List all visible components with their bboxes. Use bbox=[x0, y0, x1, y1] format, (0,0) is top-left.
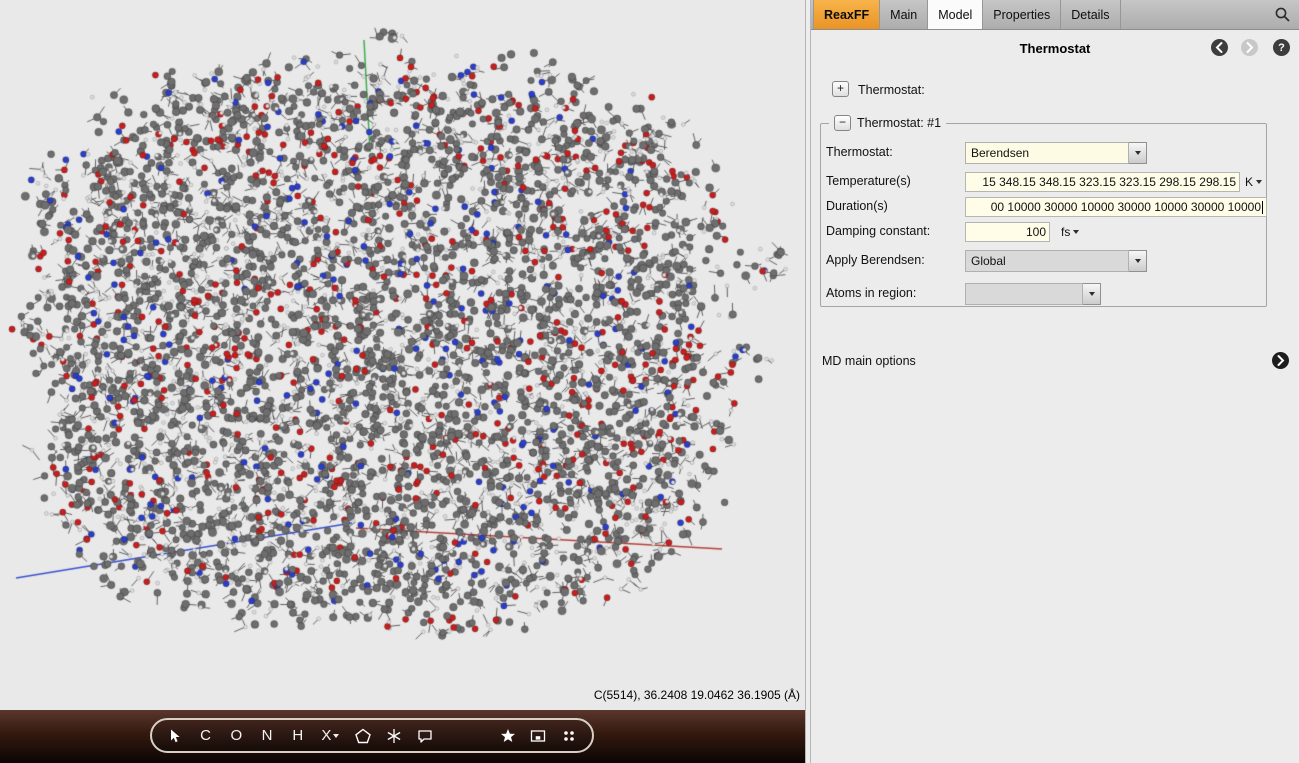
damping-unit-label: fs bbox=[1061, 225, 1070, 239]
oxygen-tool[interactable]: O bbox=[225, 725, 247, 747]
hydrogen-tool-label: H bbox=[292, 727, 303, 744]
element-picker-label: X bbox=[321, 727, 331, 744]
damping-value: 100 bbox=[1026, 225, 1046, 239]
atoms-region-select-button[interactable] bbox=[1083, 283, 1101, 305]
duration-value: 00 10000 30000 10000 30000 10000 30000 1… bbox=[991, 200, 1261, 214]
thermostat-1-group: − Thermostat: #1 Thermostat: Berendsen T… bbox=[820, 123, 1267, 307]
chevron-down-icon bbox=[1073, 230, 1079, 234]
help-button[interactable]: ? bbox=[1273, 39, 1290, 56]
chevron-left-icon bbox=[1214, 41, 1225, 54]
add-thermostat-label: Thermostat: bbox=[858, 83, 925, 97]
chevron-right-icon bbox=[1244, 41, 1255, 54]
tab-properties-label: Properties bbox=[993, 8, 1050, 22]
frame-icon bbox=[530, 728, 546, 744]
duration-input[interactable]: 00 10000 30000 10000 30000 10000 30000 1… bbox=[965, 197, 1267, 217]
text-caret bbox=[1262, 201, 1263, 214]
oxygen-tool-label: O bbox=[230, 727, 242, 744]
pentagon-icon bbox=[355, 728, 371, 744]
damping-input[interactable]: 100 bbox=[965, 222, 1050, 242]
tab-main-label: Main bbox=[890, 8, 917, 22]
md-main-options-button[interactable] bbox=[1272, 352, 1289, 369]
damping-unit-select[interactable]: fs bbox=[1061, 225, 1079, 239]
star-icon bbox=[500, 728, 516, 744]
tab-details[interactable]: Details bbox=[1061, 0, 1120, 29]
atoms-region-label: Atoms in region: bbox=[826, 286, 916, 300]
forward-button[interactable] bbox=[1241, 39, 1258, 56]
thermostat-1-legend: − Thermostat: #1 bbox=[829, 115, 946, 131]
snowflake-icon bbox=[386, 728, 402, 744]
tab-model[interactable]: Model bbox=[928, 0, 983, 29]
add-thermostat-button[interactable]: + bbox=[832, 81, 849, 97]
tab-details-label: Details bbox=[1071, 8, 1109, 22]
damping-label: Damping constant: bbox=[826, 224, 930, 238]
tab-model-label: Model bbox=[938, 8, 972, 22]
search-button[interactable] bbox=[1274, 6, 1291, 23]
pointer-icon bbox=[167, 728, 182, 744]
apply-berendsen-select-button[interactable] bbox=[1129, 250, 1147, 272]
molecule-canvas[interactable] bbox=[0, 0, 806, 710]
dropdown-arrow-icon bbox=[1135, 259, 1141, 263]
collapse-thermostat-button[interactable]: − bbox=[834, 115, 851, 131]
tab-reaxff[interactable]: ReaxFF bbox=[813, 0, 880, 29]
input-panel: ReaxFF Main Model Properties Details The… bbox=[811, 0, 1299, 763]
element-picker-tool[interactable]: X bbox=[318, 725, 344, 747]
temperature-value: 15 348.15 348.15 323.15 323.15 298.15 29… bbox=[982, 175, 1236, 189]
tab-main[interactable]: Main bbox=[880, 0, 928, 29]
ring-tool[interactable] bbox=[352, 725, 374, 747]
nitrogen-tool-label: N bbox=[262, 727, 273, 744]
temperature-unit-select[interactable]: K bbox=[1245, 175, 1262, 189]
chevron-down-icon bbox=[1256, 180, 1262, 184]
search-icon bbox=[1274, 6, 1291, 23]
preoptimize-tool[interactable] bbox=[383, 725, 405, 747]
thermostat-select-button[interactable] bbox=[1129, 142, 1147, 164]
favorites-tool[interactable] bbox=[497, 725, 519, 747]
thermostat-select[interactable]: Berendsen bbox=[965, 142, 1147, 164]
annotation-tool[interactable] bbox=[414, 725, 436, 747]
apply-berendsen-select[interactable]: Global bbox=[965, 250, 1147, 272]
nitrogen-tool[interactable]: N bbox=[256, 725, 278, 747]
chevron-right-icon bbox=[1275, 354, 1286, 367]
carbon-tool-label: C bbox=[200, 727, 211, 744]
tab-reaxff-label: ReaxFF bbox=[824, 8, 869, 22]
dots-grid-icon bbox=[561, 728, 577, 744]
temperature-label: Temperature(s) bbox=[826, 174, 911, 188]
thermostat-label: Thermostat: bbox=[826, 145, 893, 159]
thermostat-1-legend-label: Thermostat: #1 bbox=[857, 116, 941, 130]
panel-tab-bar: ReaxFF Main Model Properties Details bbox=[811, 0, 1299, 30]
carbon-tool[interactable]: C bbox=[195, 725, 217, 747]
dropdown-arrow-icon bbox=[1135, 151, 1141, 155]
molecule-viewer[interactable]: C(5514), 36.2408 19.0462 36.1905 (Å) bbox=[0, 0, 806, 710]
tab-properties[interactable]: Properties bbox=[983, 0, 1061, 29]
atom-status-readout: C(5514), 36.2408 19.0462 36.1905 (Å) bbox=[594, 688, 800, 702]
dropdown-arrow-icon bbox=[1089, 292, 1095, 296]
builder-toolbar: C O N H X bbox=[150, 718, 594, 753]
speech-bubble-icon bbox=[417, 728, 433, 744]
viewer-bottom-bar: C O N H X bbox=[0, 710, 806, 763]
apply-berendsen-value: Global bbox=[965, 250, 1129, 272]
thermostat-select-value: Berendsen bbox=[965, 142, 1129, 164]
atoms-region-value bbox=[965, 283, 1083, 305]
duration-label: Duration(s) bbox=[826, 199, 888, 213]
apply-berendsen-label: Apply Berendsen: bbox=[826, 253, 925, 267]
md-main-options-link[interactable]: MD main options bbox=[822, 354, 916, 368]
hydrogen-tool[interactable]: H bbox=[287, 725, 309, 747]
atoms-region-select[interactable] bbox=[965, 283, 1101, 305]
back-button[interactable] bbox=[1211, 39, 1228, 56]
chevron-down-icon bbox=[333, 734, 339, 738]
help-label: ? bbox=[1278, 42, 1285, 54]
frame-tool[interactable] bbox=[528, 725, 550, 747]
fragments-tool[interactable] bbox=[558, 725, 580, 747]
temperature-input[interactable]: 15 348.15 348.15 323.15 323.15 298.15 29… bbox=[965, 172, 1240, 192]
pointer-tool[interactable] bbox=[164, 725, 186, 747]
temperature-unit-label: K bbox=[1245, 175, 1253, 189]
